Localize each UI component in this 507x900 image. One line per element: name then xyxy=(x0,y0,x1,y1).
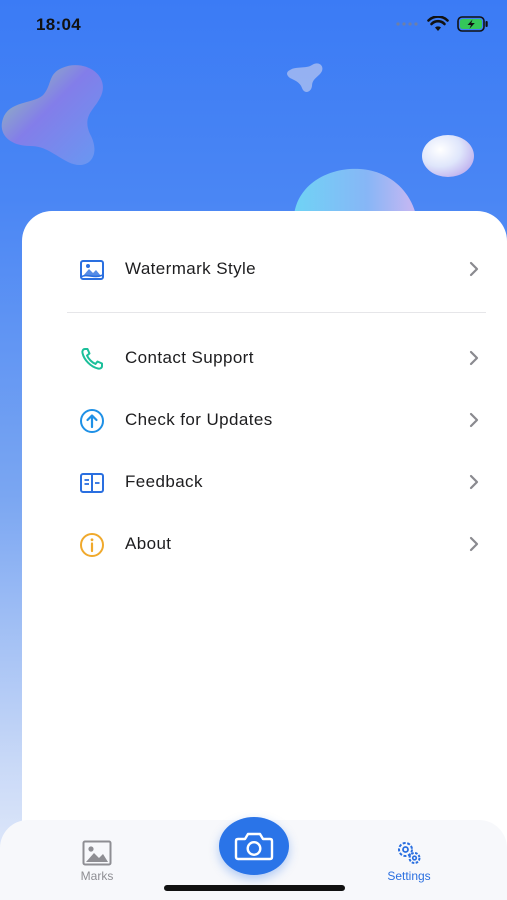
arrow-up-circle-icon xyxy=(80,409,104,433)
menu-item-about[interactable]: About xyxy=(22,516,507,572)
signal-dots-icon xyxy=(396,22,418,26)
home-indicator xyxy=(164,885,345,891)
image-frame-icon xyxy=(80,260,104,280)
chevron-right-icon xyxy=(469,350,479,366)
chevron-right-icon xyxy=(469,536,479,552)
menu-item-check-for-updates[interactable]: Check for Updates xyxy=(22,392,507,448)
menu-item-watermark-style[interactable]: Watermark Style xyxy=(22,241,507,297)
status-time: 18:04 xyxy=(36,15,81,34)
tab-marks[interactable]: Marks xyxy=(37,820,157,900)
gears-icon xyxy=(398,842,421,864)
chevron-right-icon xyxy=(469,412,479,428)
menu-item-feedback[interactable]: Feedback xyxy=(22,454,507,510)
status-bar: 18:04 xyxy=(0,0,507,52)
chevron-right-icon xyxy=(469,474,479,490)
decorative-blob-left xyxy=(1,65,103,166)
settings-card: Watermark Style Contact Support Check fo… xyxy=(22,211,507,851)
menu-item-label: Check for Updates xyxy=(125,410,273,429)
menu-item-label: Watermark Style xyxy=(125,259,257,278)
tab-settings[interactable]: Settings xyxy=(349,820,469,900)
menu-item-contact-support[interactable]: Contact Support xyxy=(22,330,507,386)
tab-label: Settings xyxy=(387,869,431,883)
wifi-icon xyxy=(427,16,449,31)
phone-icon xyxy=(81,348,103,370)
decorative-blob-dome xyxy=(294,168,416,215)
decorative-blob-small xyxy=(287,63,323,92)
menu-item-label: Contact Support xyxy=(125,348,254,367)
camera-button[interactable] xyxy=(219,817,289,875)
decorative-sphere xyxy=(422,135,474,177)
photo-icon xyxy=(82,840,112,866)
menu-divider xyxy=(67,312,486,313)
menu-item-label: About xyxy=(125,534,172,553)
info-circle-icon xyxy=(80,533,104,557)
camera-icon xyxy=(234,832,274,861)
menu-item-label: Feedback xyxy=(125,472,203,491)
tab-label: Marks xyxy=(80,869,114,883)
chevron-right-icon xyxy=(469,261,479,277)
battery-charging-icon xyxy=(457,16,488,32)
book-icon xyxy=(80,473,104,493)
status-icons xyxy=(395,16,489,32)
